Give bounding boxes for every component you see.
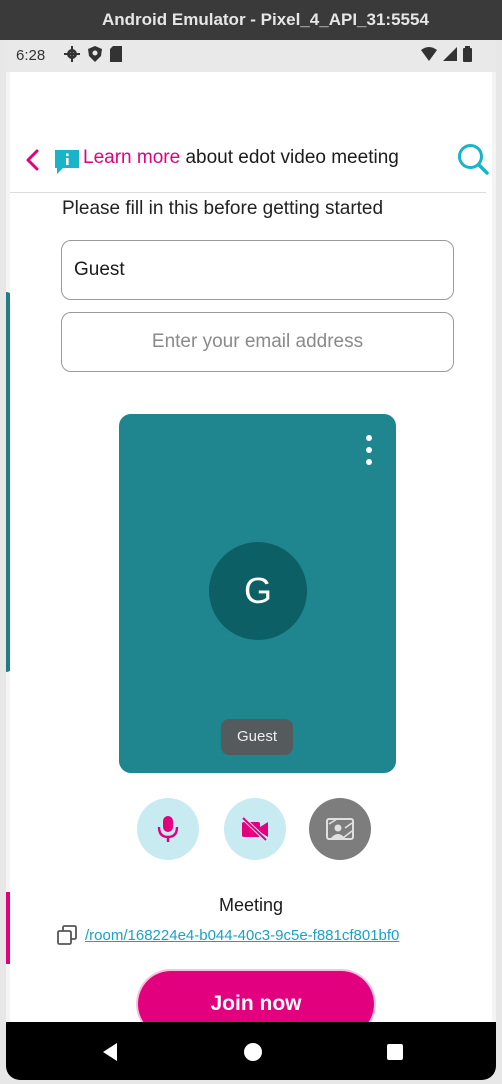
microphone-toggle-button[interactable] <box>137 798 199 860</box>
copy-icon[interactable] <box>56 924 78 946</box>
email-field[interactable] <box>61 312 454 372</box>
nav-back-icon[interactable] <box>100 1042 120 1062</box>
status-left-icons <box>64 46 122 62</box>
android-navigation-bar <box>6 1022 496 1080</box>
microphone-icon <box>157 816 179 842</box>
sd-card-icon <box>110 46 122 62</box>
battery-icon <box>463 46 472 62</box>
status-bar: 6:28 <box>6 40 496 72</box>
search-icon[interactable] <box>456 142 490 176</box>
status-right-icons <box>421 46 472 62</box>
name-field[interactable] <box>61 240 454 300</box>
wifi-icon <box>421 47 437 61</box>
settings-gear-icon <box>64 46 80 62</box>
shield-icon <box>88 46 102 62</box>
background-blur-icon <box>326 818 354 840</box>
window-title: Android Emulator - Pixel_4_API_31:5554 <box>102 10 429 29</box>
back-chevron-icon[interactable] <box>20 146 44 174</box>
header-caption: about edot video meeting <box>180 147 399 168</box>
background-effect-button[interactable] <box>309 798 371 860</box>
emulator-title-bar: Android Emulator - Pixel_4_API_31:5554 <box>0 0 502 40</box>
info-message-icon <box>55 150 79 174</box>
join-meeting-sheet: Learn more about edot video meeting Plea… <box>10 72 492 1037</box>
camera-off-icon <box>241 816 268 842</box>
video-preview-tile: G Guest <box>119 414 396 773</box>
device-screen: 6:28 Learn more about edot video meeting… <box>6 40 496 1080</box>
signal-icon <box>443 47 457 61</box>
header-divider <box>10 192 486 193</box>
form-intro-text: Please fill in this before getting start… <box>62 198 384 219</box>
camera-toggle-button[interactable] <box>224 798 286 860</box>
sheet-header: Learn more about edot video meeting <box>10 140 492 180</box>
nav-home-icon[interactable] <box>244 1043 262 1061</box>
room-link[interactable]: /room/168224e4-b044-40c3-9c5e-f881cf801b… <box>85 927 399 944</box>
status-time: 6:28 <box>16 47 46 64</box>
avatar: G <box>209 542 307 640</box>
nav-recents-icon[interactable] <box>387 1044 403 1060</box>
participant-name-badge: Guest <box>221 719 293 755</box>
header-text: Learn more about edot video meeting <box>83 147 399 169</box>
learn-more-link[interactable]: Learn more <box>83 147 180 168</box>
more-options-icon[interactable] <box>357 432 381 468</box>
meeting-label: Meeting <box>218 895 284 915</box>
